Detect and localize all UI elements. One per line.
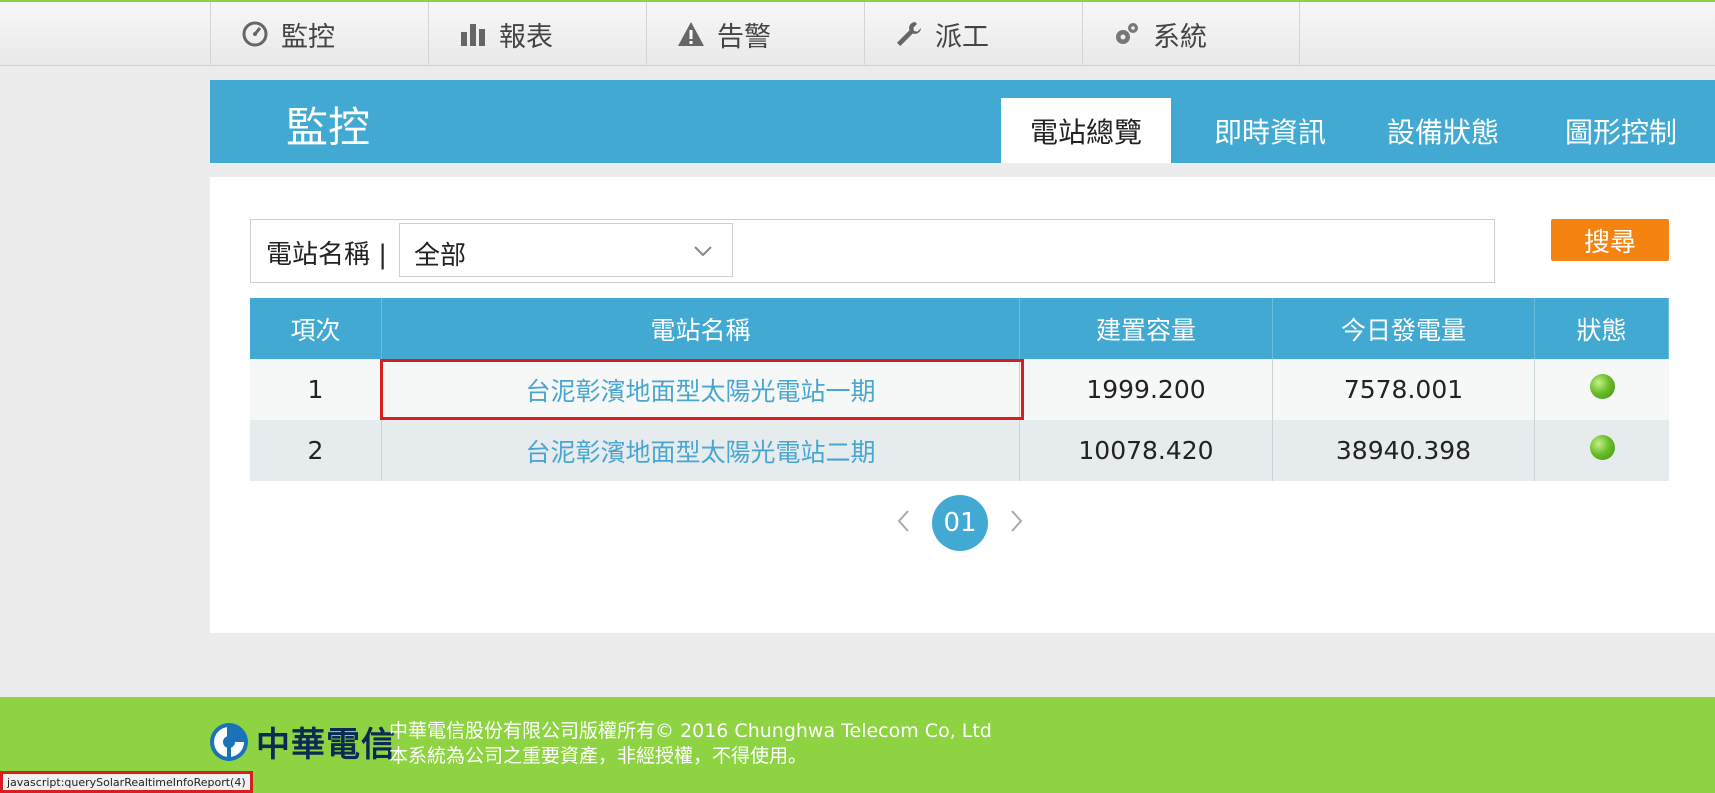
- nav-item-label: 告警: [717, 21, 771, 53]
- nav-item-dispatch[interactable]: 派工: [864, 2, 1082, 66]
- gauge-icon: [241, 20, 269, 48]
- page-number-button[interactable]: 01: [932, 495, 988, 551]
- nav-item-label: 派工: [935, 21, 989, 53]
- page-header: 監控 電站總覽 即時資訊 設備狀態 圖形控制: [210, 80, 1715, 163]
- copyright-line: 中華電信股份有限公司版權所有© 2016 Chunghwa Telecom Co…: [389, 720, 992, 742]
- row-index: 1: [250, 359, 382, 420]
- station-link[interactable]: 台泥彰濱地面型太陽光電站一期: [525, 372, 875, 408]
- top-nav: 監控 報表 告警 派工 系統: [0, 0, 1715, 66]
- column-header-capacity: 建置容量: [1020, 298, 1273, 359]
- search-button[interactable]: 搜尋: [1551, 219, 1669, 261]
- nav-item-reports[interactable]: 報表: [428, 2, 646, 66]
- browser-status-bar: javascript:querySolarRealtimeInfoReport(…: [0, 771, 253, 793]
- tab-device-status[interactable]: 設備狀態: [1360, 98, 1526, 163]
- company-logo: 中華電信: [208, 717, 396, 766]
- column-header-index: 項次: [250, 298, 382, 359]
- search-bar: 電站名稱 | 全部: [250, 219, 1495, 283]
- column-header-name: 電站名稱: [382, 298, 1020, 359]
- main-panel: 電站名稱 | 全部 搜尋 項次 電站名稱 建置容量 今日發電量 狀態 1 台泥彰…: [210, 177, 1715, 633]
- tab-station-overview[interactable]: 電站總覽: [1001, 98, 1171, 163]
- nav-item-label: 系統: [1153, 21, 1207, 53]
- column-header-today: 今日發電量: [1273, 298, 1535, 359]
- tab-realtime-info[interactable]: 即時資訊: [1187, 98, 1353, 163]
- pagination: 01: [0, 495, 1715, 551]
- chevron-down-icon: [694, 246, 712, 257]
- chevron-left-icon[interactable]: [892, 505, 916, 537]
- station-table: 項次 電站名稱 建置容量 今日發電量 狀態 1 台泥彰濱地面型太陽光電站一期 1…: [250, 298, 1669, 481]
- notice-line: 本系統為公司之重要資產，非經授權，不得使用。: [389, 745, 808, 767]
- station-select[interactable]: 全部: [399, 223, 733, 277]
- status-ok-icon: [1589, 435, 1615, 460]
- row-index: 2: [250, 420, 382, 481]
- station-select-value: 全部: [414, 241, 467, 271]
- page-title: 監控: [286, 103, 371, 152]
- station-name-label: 電站名稱 |: [266, 240, 388, 270]
- table-row: 1 台泥彰濱地面型太陽光電站一期 1999.200 7578.001: [250, 359, 1669, 420]
- bar-chart-icon: [459, 20, 487, 48]
- nav-item-alerts[interactable]: 告警: [646, 2, 864, 66]
- warning-icon: [677, 20, 705, 48]
- row-today-generation: 7578.001: [1273, 359, 1535, 420]
- logo-text: 中華電信: [256, 725, 396, 765]
- column-header-status: 狀態: [1535, 298, 1669, 359]
- row-capacity: 10078.420: [1020, 420, 1273, 481]
- chunghwa-logo-icon: [210, 722, 248, 761]
- chevron-right-icon[interactable]: [1004, 505, 1028, 537]
- table-row: 2 台泥彰濱地面型太陽光電站二期 10078.420 38940.398: [250, 420, 1669, 481]
- station-link[interactable]: 台泥彰濱地面型太陽光電站二期: [525, 433, 875, 469]
- table-header: 項次 電站名稱 建置容量 今日發電量 狀態: [250, 298, 1669, 359]
- nav-item-monitor[interactable]: 監控: [210, 2, 428, 66]
- tab-graphic-control[interactable]: 圖形控制: [1533, 98, 1709, 163]
- copyright-text: 中華電信股份有限公司版權所有© 2016 Chunghwa Telecom Co…: [389, 719, 992, 769]
- wrench-icon: [895, 20, 923, 48]
- row-capacity: 1999.200: [1020, 359, 1273, 420]
- gears-icon: [1113, 20, 1141, 48]
- nav-item-label: 監控: [281, 21, 335, 53]
- row-today-generation: 38940.398: [1273, 420, 1535, 481]
- nav-item-label: 報表: [499, 21, 553, 53]
- nav-item-system[interactable]: 系統: [1082, 2, 1300, 66]
- footer: 中華電信 中華電信股份有限公司版權所有© 2016 Chunghwa Telec…: [0, 697, 1715, 793]
- status-ok-icon: [1589, 374, 1615, 399]
